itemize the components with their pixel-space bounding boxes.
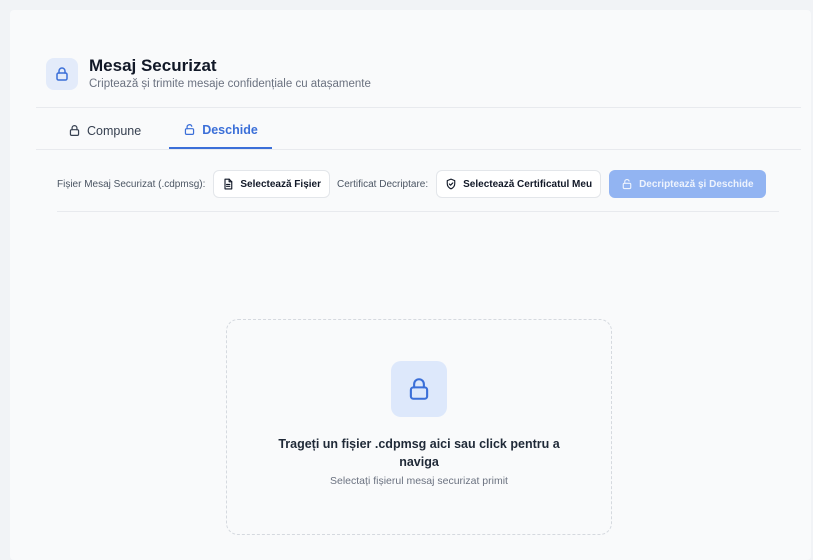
page-title: Mesaj Securizat xyxy=(89,56,217,75)
tab-label: Compune xyxy=(87,123,142,138)
lock-icon xyxy=(391,361,447,417)
file-icon xyxy=(222,178,234,190)
toolbar-divider xyxy=(57,211,779,212)
page-subtitle: Criptează și trimite mesaje confidențial… xyxy=(89,78,371,90)
unlock-icon xyxy=(621,178,633,190)
select-certificate-label: Selectează Certificatul Meu xyxy=(463,178,593,190)
cert-label: Certificat Decriptare: xyxy=(336,178,429,190)
lock-icon xyxy=(46,58,78,90)
tabs-divider xyxy=(36,149,801,150)
tab-compune[interactable]: Compune xyxy=(58,112,151,149)
tab-bar: Compune Deschide xyxy=(58,112,290,149)
tab-label: Deschide xyxy=(202,122,258,137)
decrypt-open-button[interactable]: Decriptează și Deschide xyxy=(609,170,766,198)
select-file-label: Selectează Fișier xyxy=(240,178,321,190)
shield-check-icon xyxy=(445,178,457,190)
lock-icon xyxy=(68,124,81,137)
select-file-button[interactable]: Selectează Fișier xyxy=(213,170,330,198)
dropzone-title: Trageți un fișier .cdpmsg aici sau click… xyxy=(278,437,560,469)
tab-deschide[interactable]: Deschide xyxy=(169,112,272,149)
file-label: Fișier Mesaj Securizat (.cdpmsg): xyxy=(57,178,206,190)
decrypt-open-label: Decriptează și Deschide xyxy=(639,178,754,190)
page-header: Mesaj Securizat Criptează și trimite mes… xyxy=(46,56,371,92)
dropzone-subtitle: Selectați fișierul mesaj securizat primi… xyxy=(330,475,508,487)
file-dropzone[interactable]: Trageți un fișier .cdpmsg aici sau click… xyxy=(226,319,612,535)
select-certificate-button[interactable]: Selectează Certificatul Meu xyxy=(436,170,602,198)
decrypt-toolbar: Fișier Mesaj Securizat (.cdpmsg): Select… xyxy=(57,170,766,198)
unlock-icon xyxy=(183,123,196,136)
header-divider xyxy=(36,107,801,108)
